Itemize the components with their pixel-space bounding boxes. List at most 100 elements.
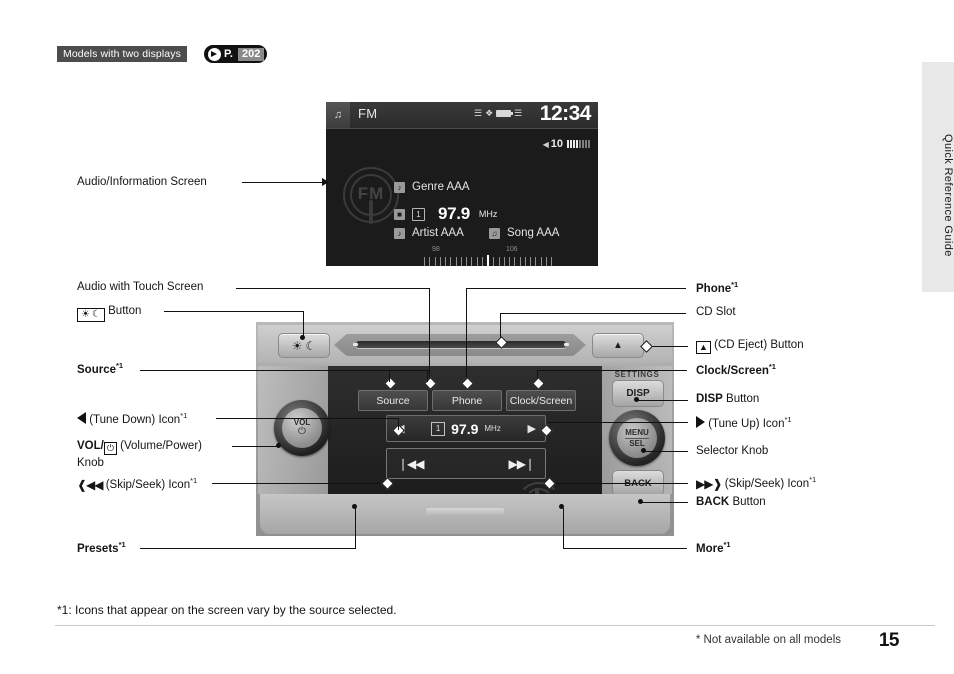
genre-icon: ♪ [394, 181, 405, 193]
scale-low-label: 98 [432, 246, 440, 253]
page-reference-badge[interactable]: P. 202 [204, 45, 268, 63]
power-icon: ⏻ [103, 441, 117, 455]
skip-seek-previous-icon: ❰◀◀ [77, 477, 103, 492]
leader-line [303, 311, 304, 337]
frequency-unit: MHz [478, 209, 498, 219]
tuning-tick [498, 257, 500, 266]
tuning-tick [434, 257, 436, 266]
touch-button-clock-screen[interactable]: Clock/Screen [506, 390, 576, 411]
volume-power-knob[interactable]: VOL ⏻ [274, 400, 330, 456]
touch-button-phone[interactable]: Phone [432, 390, 502, 411]
callout-sunmoon-button: ☀ ☾ Button [77, 304, 141, 322]
cd-slot[interactable] [353, 341, 569, 348]
eject-icon: ▲ [696, 340, 711, 354]
leader-line [563, 508, 564, 548]
leader-line [398, 418, 399, 430]
selector-menu-label: MENU [625, 427, 649, 437]
tuning-tick [455, 257, 457, 266]
callout-sunmoon-text: Button [108, 305, 142, 317]
side-tab-label: Quick Reference Guide [942, 133, 954, 257]
fm-watermark-logo: FM [340, 164, 402, 226]
selector-knob-face: MENU SEL [617, 418, 657, 458]
leader-line [164, 311, 304, 312]
touch-button-source-label: Source [376, 394, 410, 407]
settings-label: SETTINGS [614, 370, 660, 379]
battery-icon [496, 110, 514, 117]
leader-dot [638, 499, 643, 504]
leader-line [140, 370, 428, 371]
tuning-scale: 98 106 [424, 246, 552, 266]
leader-line [232, 446, 280, 447]
skip-seek-previous-icon[interactable]: ❘◀◀ [398, 457, 424, 471]
leader-line [236, 288, 430, 289]
station-icon: ■ [394, 208, 405, 220]
volume-value: 10 [550, 138, 563, 150]
seek-bar: ❘◀◀ ▶▶❘ [386, 448, 546, 479]
callout-back-button: BACK Button [696, 496, 766, 508]
tuning-tick [466, 257, 467, 266]
touch-button-source[interactable]: Source [358, 390, 428, 411]
leader-dot [634, 397, 639, 402]
tuning-tick [476, 257, 478, 266]
tuning-tick [439, 257, 441, 266]
tuning-tick [545, 257, 547, 266]
leader-line [563, 548, 687, 549]
tuning-tick [481, 257, 483, 266]
tuning-tick [524, 257, 526, 266]
unit-frequency-unit: MHz [484, 424, 501, 433]
preset-number: 1 [412, 207, 425, 221]
sun-moon-icon: ☀ ☾ [77, 307, 105, 322]
touch-button-phone-label: Phone [451, 394, 483, 407]
tuning-current-tick [487, 255, 489, 266]
tuning-tick [519, 257, 521, 266]
not-available-note: * Not available on all models [695, 634, 841, 646]
leader-line [548, 422, 688, 423]
callout-disp-button: DISP Button [696, 393, 760, 405]
volume-knob-face: VOL ⏻ [282, 408, 322, 448]
leader-line [648, 346, 688, 347]
cd-eject-button[interactable]: ▲ [592, 333, 644, 358]
leader-dot [352, 504, 357, 509]
tuning-tick [509, 257, 510, 266]
leader-dot [641, 448, 646, 453]
tuning-tick [445, 257, 446, 266]
power-icon: ⏻ [298, 426, 306, 438]
page-ref-prefix: P. [224, 47, 233, 60]
tuning-tick [471, 257, 473, 266]
tuning-scale-ticks [424, 255, 552, 266]
frequency-tuning-bar: ◀ 1 97.9 MHz ▶ [386, 415, 546, 442]
tuning-tick [460, 257, 462, 266]
tuning-tick [551, 257, 552, 266]
callout-volume-knob-line2: Knob [77, 457, 104, 469]
selector-knob[interactable]: MENU SEL [609, 410, 665, 466]
callout-vol-prefix: VOL/ [77, 440, 104, 452]
callout-source: Source*1 [77, 361, 124, 376]
leader-line [389, 370, 429, 371]
tuning-tick [450, 257, 452, 266]
skip-seek-next-icon[interactable]: ▶▶❘ [508, 457, 534, 471]
unit-frequency-value: 97.9 [451, 420, 479, 437]
leader-line [140, 548, 356, 549]
leader-line [242, 182, 326, 183]
tuning-tick [514, 257, 516, 266]
selector-sel-label: SEL [629, 439, 645, 448]
tune-up-icon[interactable]: ▶ [528, 422, 536, 435]
callout-presets: Presets*1 [77, 540, 126, 555]
audio-information-screen: ♫ FM ☰ ❖ ☰ 12:34 ◀ 10 FM ♪ Genre AAA ■ 1… [326, 102, 598, 266]
tune-down-icon [77, 411, 86, 424]
callout-tune-down: (Tune Down) Icon*1 [77, 411, 187, 428]
unit-base-notch [426, 508, 504, 516]
manual-page: Quick Reference Guide Models with two di… [0, 0, 954, 674]
page-ref-number: 202 [237, 47, 265, 61]
leader-line [638, 400, 688, 401]
callout-more: More*1 [696, 540, 731, 555]
tuning-tick [540, 257, 542, 266]
disp-button[interactable]: DISP [612, 380, 664, 407]
frequency-display: 1 97.9 MHz [431, 421, 501, 437]
skip-seek-next-icon: ▶▶❱ [696, 476, 722, 491]
song-text: Song AAA [507, 227, 560, 239]
leader-line [645, 451, 688, 452]
leader-dot [300, 335, 305, 340]
callout-cd-slot: CD Slot [696, 306, 736, 318]
frequency-value: 97.9 [438, 204, 470, 223]
